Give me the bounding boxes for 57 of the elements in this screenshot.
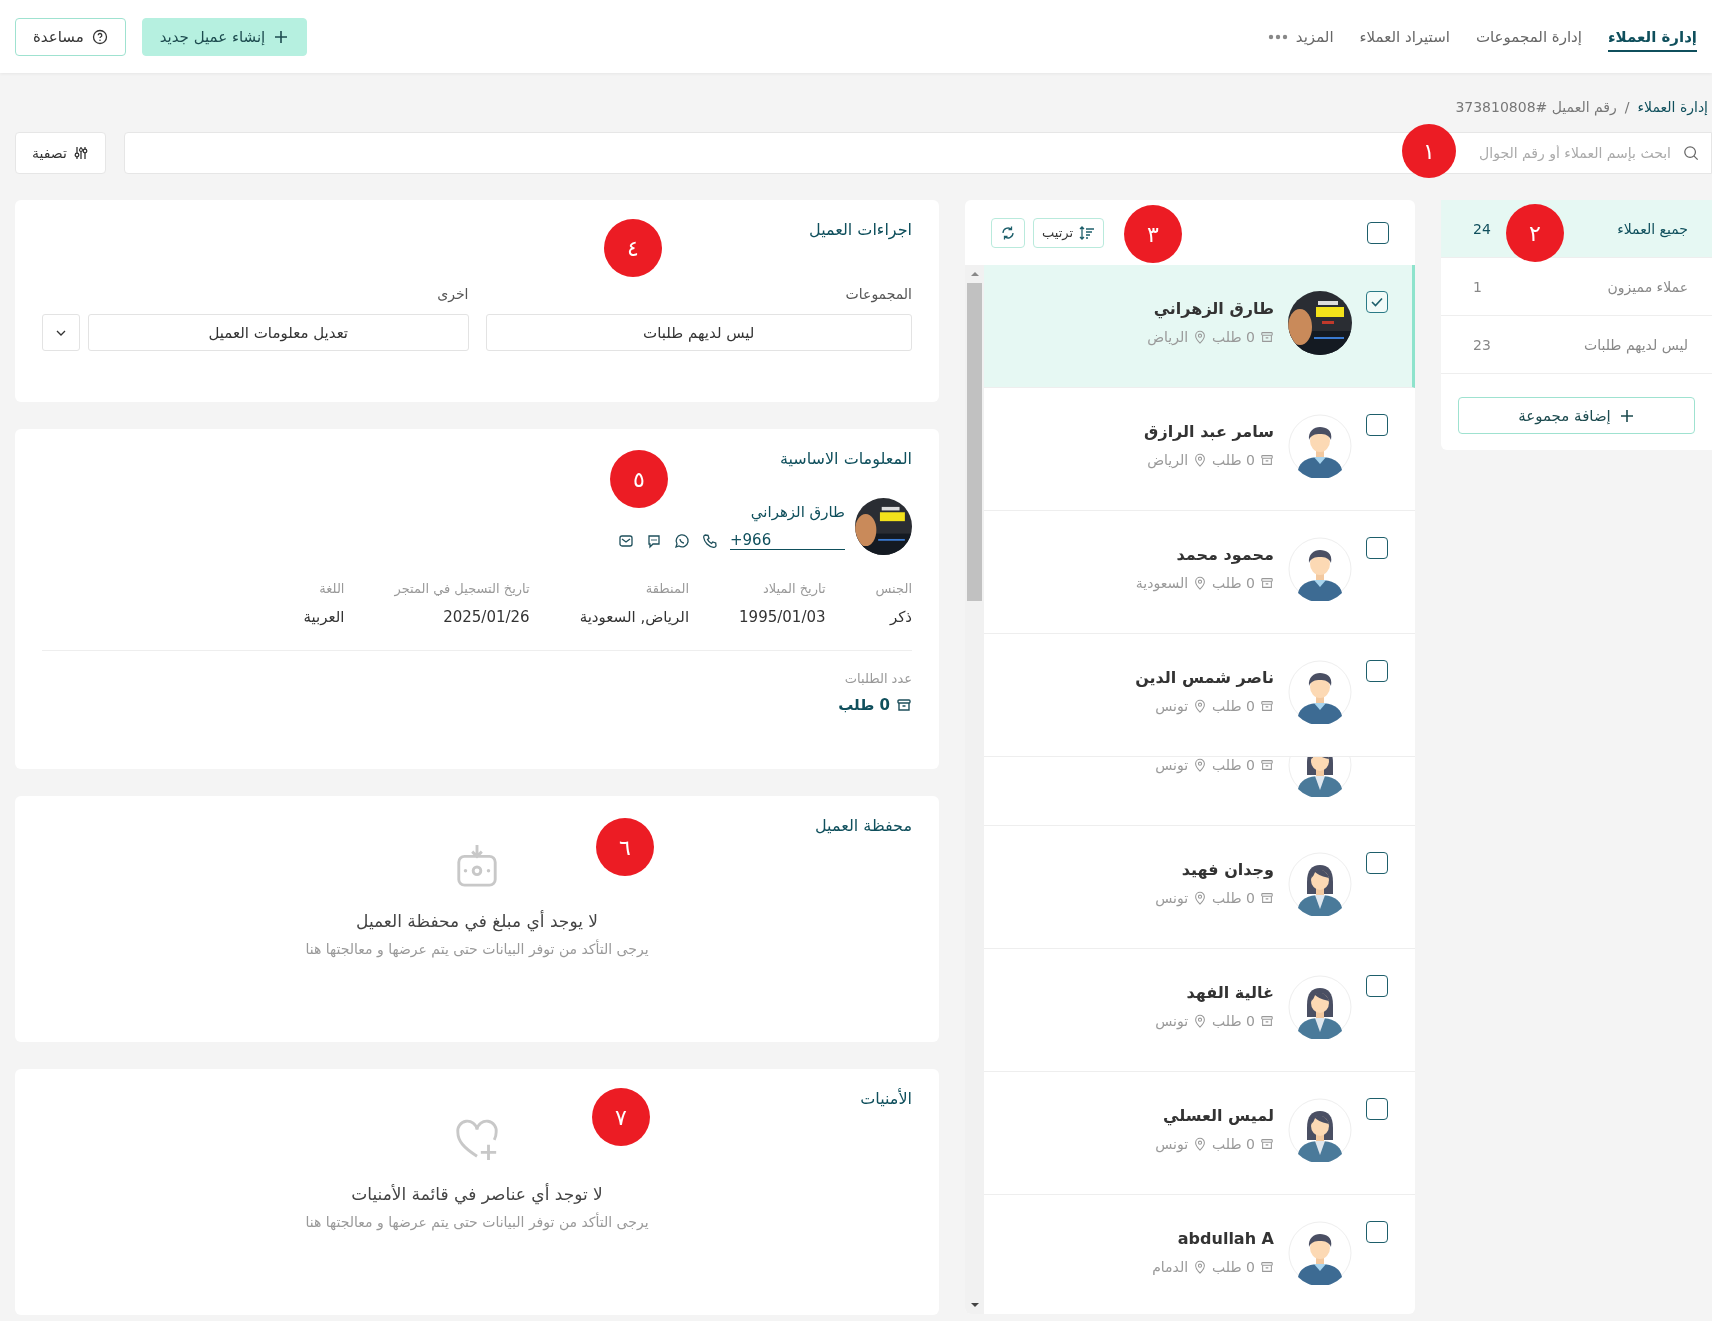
detail-value: ذكر bbox=[888, 608, 912, 626]
order-count: 0 طلب bbox=[1212, 1013, 1255, 1029]
order-count: 0 طلب bbox=[1212, 698, 1255, 714]
field-label: اخرى bbox=[436, 286, 469, 302]
detail-label: الجنس bbox=[875, 581, 912, 596]
order-count: 0 طلب bbox=[1212, 757, 1255, 773]
detail-value: 1995/01/03 bbox=[739, 608, 826, 626]
order-count: 0 طلب bbox=[838, 696, 890, 714]
customer-name: غالية الفهد bbox=[1185, 983, 1274, 1002]
annotation-badge: ١ bbox=[1402, 124, 1456, 178]
card-title: محفظة العميل bbox=[814, 816, 912, 835]
detail-label: اللغة bbox=[318, 581, 345, 596]
customer-city: تونس bbox=[1155, 1136, 1189, 1152]
order-count: 0 طلب bbox=[1212, 1136, 1255, 1152]
customer-city: تونس bbox=[1155, 757, 1189, 773]
order-count: 0 طلب bbox=[1212, 452, 1255, 468]
detail-label: تاريخ الميلاد bbox=[761, 581, 826, 596]
card-title: الأمنيات bbox=[859, 1089, 912, 1108]
order-count: 0 طلب bbox=[1212, 1259, 1255, 1275]
field-label: المجموعات bbox=[844, 286, 912, 302]
customer-city: تونس bbox=[1155, 890, 1189, 906]
customer-city: الدمام bbox=[1152, 1259, 1189, 1275]
card-title: اجراءات العميل bbox=[808, 220, 912, 239]
detail-label: المنطقة bbox=[644, 581, 690, 596]
breadcrumb-current: رقم العميل #373810808 bbox=[1455, 99, 1617, 115]
empty-state-text: يرجى التأكد من توفر البيانات حتى يتم عرضها و معالجتها هنا bbox=[305, 941, 649, 957]
annotation-badge: ٤ bbox=[604, 219, 662, 277]
detail-value: 2025/01/26 bbox=[442, 608, 530, 626]
customer-name: سامر عبد الرازق bbox=[1144, 422, 1274, 441]
detail-label: تاريخ التسجيل في المتجر bbox=[394, 581, 530, 596]
annotation-badge: ٣ bbox=[1124, 205, 1182, 263]
detail-label: عدد الطلبات bbox=[843, 671, 912, 686]
customer-name: لميس العسلي bbox=[1162, 1106, 1274, 1125]
order-count: 0 طلب bbox=[1212, 575, 1255, 591]
customer-name: طارق الزهراني bbox=[1152, 299, 1274, 318]
order-count: 0 طلب bbox=[1212, 890, 1255, 906]
empty-state-title: لا توجد أي عناصر في قائمة الأمنيات bbox=[351, 1184, 603, 1204]
empty-state-title: لا يوجد أي مبلغ في محفظة العميل bbox=[356, 911, 598, 931]
annotation-badge: ٧ bbox=[592, 1088, 650, 1146]
customer-city: السعودية bbox=[1135, 575, 1189, 591]
empty-state-text: يرجى التأكد من توفر البيانات حتى يتم عرضها و معالجتها هنا bbox=[305, 1214, 649, 1230]
detail-value: الرياض, السعودية bbox=[579, 608, 690, 626]
customer-name: وجدان فهيد bbox=[1180, 860, 1274, 879]
annotation-badge: ٦ bbox=[596, 818, 654, 876]
breadcrumb-separator: / bbox=[1624, 99, 1630, 115]
customer-city: الرياض bbox=[1147, 329, 1189, 345]
customer-name: طارق الزهراني bbox=[749, 503, 845, 521]
card-title: المعلومات الاساسية bbox=[778, 449, 912, 468]
detail-value: العربية bbox=[303, 608, 345, 626]
annotation-badge: ٥ bbox=[610, 450, 668, 508]
customer-name: abdullah A bbox=[1176, 1229, 1274, 1248]
customer-name: ناصر شمس الدين bbox=[1135, 668, 1274, 687]
customer-city: الرياض bbox=[1147, 452, 1189, 468]
customer-city: تونس bbox=[1155, 1013, 1189, 1029]
customer-name: محمود محمد bbox=[1175, 545, 1274, 564]
customer-city: تونس bbox=[1155, 698, 1189, 714]
order-count: 0 طلب bbox=[1212, 329, 1255, 345]
